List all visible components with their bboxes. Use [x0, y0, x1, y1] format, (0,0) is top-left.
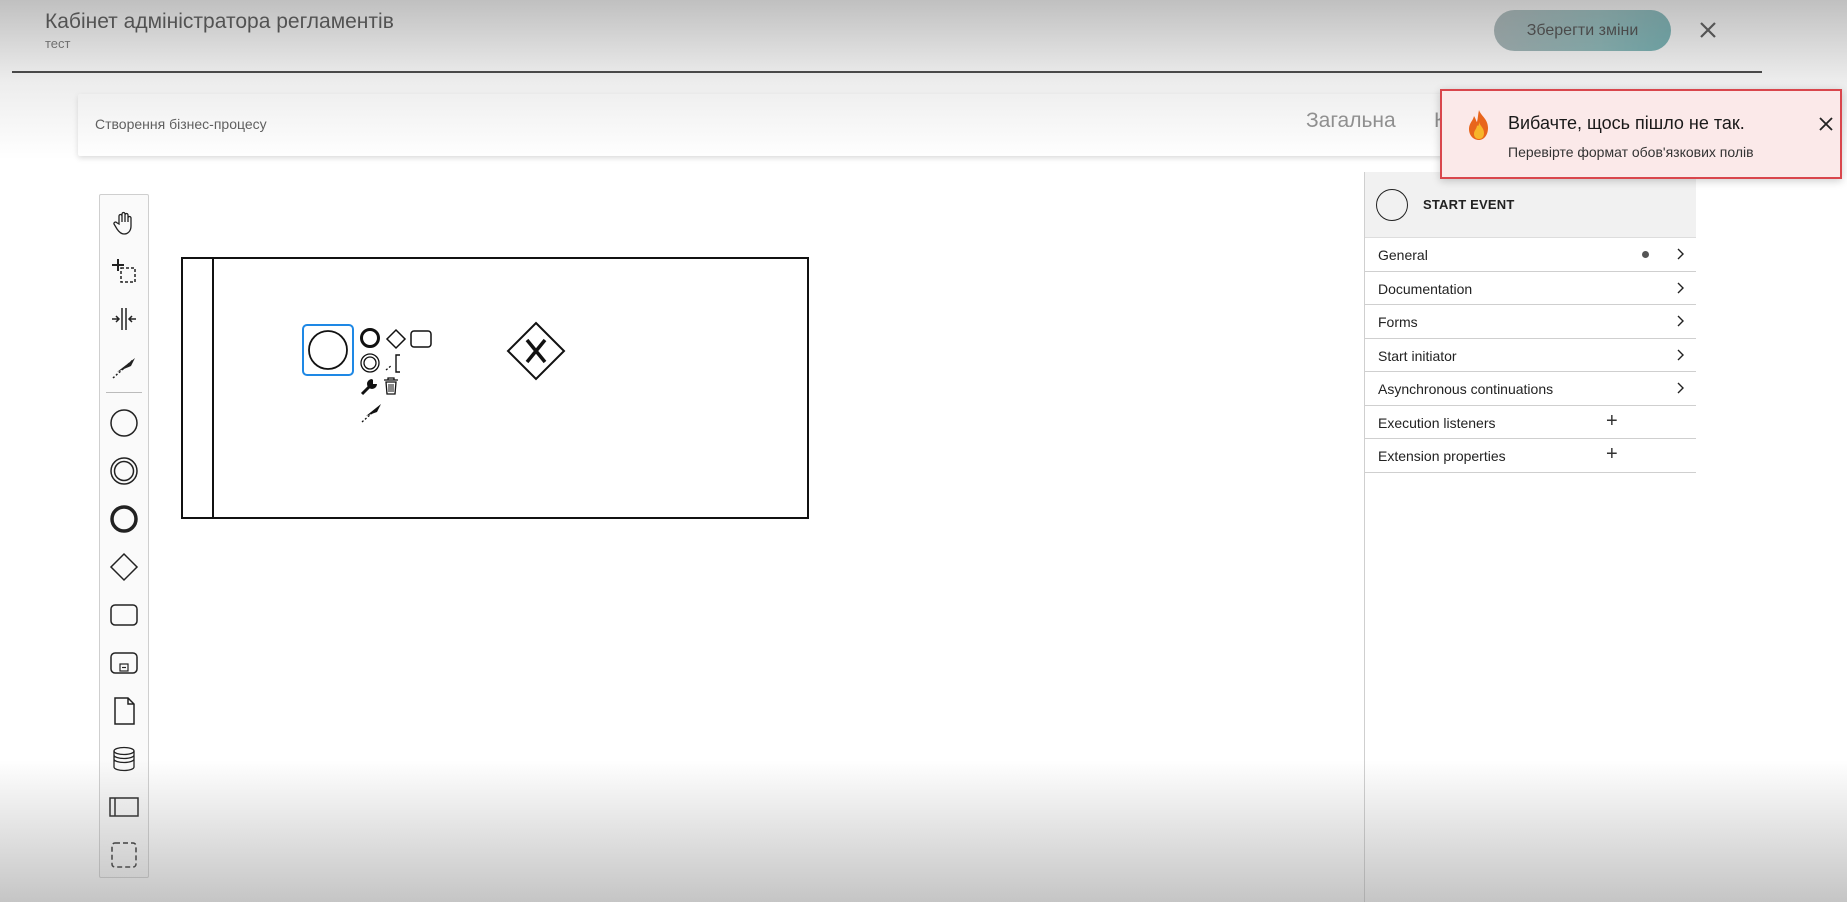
- section-label: General: [1378, 247, 1428, 263]
- gateway-icon[interactable]: [105, 548, 143, 586]
- start-event-icon[interactable]: [105, 404, 143, 442]
- section-label: Asynchronous continuations: [1378, 381, 1554, 397]
- space-tool-icon[interactable]: [105, 300, 143, 338]
- fire-icon: [1469, 110, 1488, 140]
- toast-close-icon[interactable]: [1817, 115, 1835, 133]
- chevron-right-icon: [1677, 282, 1684, 293]
- lasso-tool-icon[interactable]: [105, 252, 143, 290]
- global-connect-icon[interactable]: [105, 348, 143, 386]
- participant-pool[interactable]: [181, 257, 809, 519]
- has-data-dot-icon: [1642, 251, 1649, 258]
- diagram-canvas[interactable]: [150, 160, 1364, 902]
- section-label: Execution listeners: [1378, 414, 1496, 431]
- properties-panel: START EVENT General Documentation Forms …: [1364, 172, 1696, 902]
- section-extension-properties[interactable]: Extension properties +: [1365, 439, 1696, 473]
- close-icon[interactable]: [1696, 18, 1720, 42]
- group-icon[interactable]: [105, 836, 143, 874]
- toast-message: Перевірте формат обов'язкових полів: [1508, 144, 1754, 160]
- toast-title: Вибачте, щось пішло не так.: [1508, 113, 1745, 133]
- section-general[interactable]: General: [1365, 238, 1696, 272]
- app-title: Кабінет адміністратора регламентів: [45, 10, 394, 33]
- properties-header: START EVENT: [1365, 172, 1696, 238]
- hand-tool-icon[interactable]: [105, 204, 143, 242]
- tool-palette: [99, 194, 149, 878]
- bpmn-diagram: [181, 257, 809, 519]
- section-forms[interactable]: Forms: [1365, 305, 1696, 339]
- start-event-icon: [1376, 189, 1408, 221]
- palette-separator: [106, 392, 142, 393]
- save-changes-button[interactable]: Зберегти зміни: [1494, 10, 1671, 51]
- end-event-icon[interactable]: [105, 500, 143, 538]
- section-start-initiator[interactable]: Start initiator: [1365, 339, 1696, 372]
- chevron-right-icon: [1677, 349, 1684, 360]
- tab-general[interactable]: Загальна: [1306, 109, 1396, 133]
- section-label: Extension properties: [1378, 448, 1506, 464]
- section-label: Start initiator: [1378, 347, 1457, 364]
- task-icon[interactable]: [105, 596, 143, 634]
- error-toast: Вибачте, щось пішло не так. Перевірте фо…: [1440, 89, 1842, 179]
- chevron-right-icon: [1677, 248, 1684, 260]
- chevron-right-icon: [1677, 382, 1684, 394]
- add-icon[interactable]: +: [1606, 411, 1618, 431]
- participant-icon[interactable]: [105, 788, 143, 826]
- section-documentation[interactable]: Documentation: [1365, 272, 1696, 305]
- section-execution-listeners[interactable]: Execution listeners +: [1365, 406, 1696, 439]
- section-asynchronous-continuations[interactable]: Asynchronous continuations: [1365, 372, 1696, 406]
- app-header: Кабінет адміністратора регламентів тест …: [0, 0, 1847, 73]
- subprocess-icon[interactable]: [105, 644, 143, 682]
- header-divider: [12, 71, 1762, 73]
- data-object-icon[interactable]: [105, 692, 143, 730]
- intermediate-event-icon[interactable]: [105, 452, 143, 490]
- app-subtitle: тест: [45, 36, 71, 51]
- section-label: Forms: [1378, 314, 1418, 330]
- chevron-right-icon: [1677, 315, 1684, 327]
- data-store-icon[interactable]: [105, 740, 143, 778]
- element-type-label: START EVENT: [1423, 197, 1515, 212]
- page-title: Створення бізнес-процесу: [95, 116, 267, 132]
- add-icon[interactable]: +: [1606, 444, 1618, 464]
- section-label: Documentation: [1378, 280, 1473, 297]
